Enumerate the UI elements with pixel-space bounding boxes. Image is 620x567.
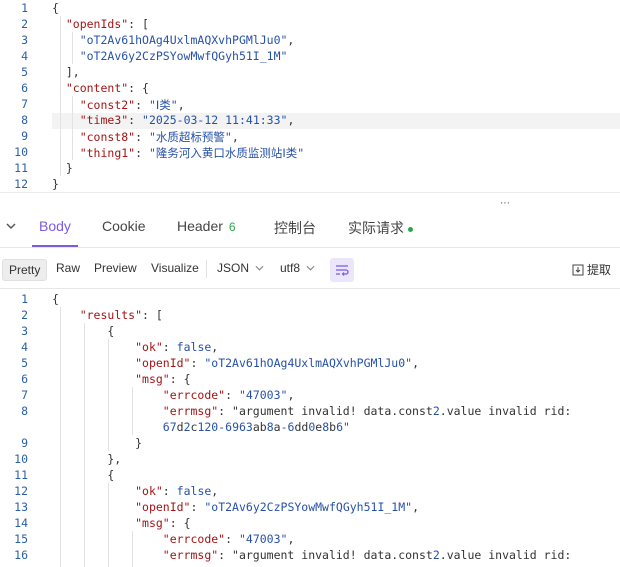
line-number: 3	[21, 324, 28, 338]
wrap-lines-button[interactable]	[330, 258, 354, 282]
extract-button[interactable]: 提取	[572, 261, 611, 278]
code-line: "ok": false,	[135, 340, 219, 354]
pane-splitter[interactable]: ⋯	[0, 192, 620, 209]
code-line: "oT2Av61hOAg4UxlmAQXvhPGMlJu0",	[79, 33, 295, 47]
active-tab-indicator	[32, 245, 78, 247]
line-number: 15	[14, 532, 28, 546]
code-line: "thing1": "隆务河入黄口水质监测站Ⅰ类"	[79, 146, 305, 160]
drag-handle-icon[interactable]: ⋯	[500, 199, 510, 209]
response-toolbar: Pretty Raw Preview Visualize JSON utf8 提…	[0, 252, 620, 288]
status-dot-icon	[408, 226, 413, 232]
line-number: 6	[21, 372, 28, 386]
code-line: {	[52, 1, 59, 15]
header-count-badge: 6	[228, 220, 236, 234]
line-number: 10	[14, 452, 28, 466]
code-line: "openId": "oT2Av6y2CzPSYowMwfQGyh51I_1M"…	[135, 500, 420, 514]
code-line: "msg": {	[135, 372, 191, 386]
code-line: "oT2Av6y2CzPSYowMwfQGyh51I_1M"	[79, 49, 288, 63]
line-number: 14	[14, 516, 28, 530]
chevron-down-icon	[255, 265, 264, 271]
code-line: }	[52, 161, 73, 175]
code-line: "results": [	[79, 308, 163, 322]
code-line: "errcode": "47003",	[162, 532, 295, 546]
line-number: 4	[21, 49, 28, 63]
line-number: 2	[21, 17, 28, 31]
line-number: 5	[21, 356, 28, 370]
code-line: "time3": "2025-03-12 11:41:33",	[79, 113, 295, 127]
chevron-down-icon[interactable]	[6, 221, 16, 231]
line-number: 3	[21, 33, 28, 47]
extract-icon	[572, 264, 584, 276]
line-number: 11	[14, 161, 28, 175]
tab-body[interactable]: Body	[39, 218, 71, 234]
line-number: 1	[21, 292, 28, 306]
encoding-select-value: utf8	[280, 261, 301, 275]
tab-console[interactable]: 控制台	[274, 218, 316, 238]
line-number: 16	[14, 548, 28, 562]
line-number: 8	[21, 113, 28, 127]
code-line: 67d2c120-6963ab8a-6dd0e8b6"	[162, 420, 350, 434]
line-number: 13	[14, 500, 28, 514]
wrap-lines-icon	[336, 265, 349, 276]
line-number: 4	[21, 340, 28, 354]
line-number: 5	[21, 65, 28, 79]
view-preview-button[interactable]: Preview	[94, 261, 137, 275]
extract-label: 提取	[587, 263, 612, 277]
line-number: 12	[14, 177, 28, 191]
tab-header[interactable]: Header 6	[177, 218, 236, 234]
tab-actual-request[interactable]: 实际请求	[348, 218, 413, 238]
code-line: "errmsg": "argument invalid! data.const2…	[162, 548, 572, 562]
code-line: }	[52, 436, 143, 450]
line-number: 9	[21, 129, 28, 143]
tab-header-label: Header	[177, 218, 223, 234]
line-number: 1	[21, 1, 28, 15]
tab-cookie[interactable]: Cookie	[102, 218, 146, 234]
line-number: 9	[21, 436, 28, 450]
request-body-editor[interactable]: 1 {2 "openIds": [ 3 "oT2Av61hOAg4UxlmAQXvh…	[0, 0, 620, 192]
code-line: "openIds": [	[65, 17, 149, 31]
response-tabs: Body Cookie Header 6 控制台 实际请求	[0, 208, 620, 248]
code-line: },	[52, 452, 122, 466]
line-number: 7	[21, 97, 28, 111]
line-number: 12	[14, 484, 28, 498]
line-number: 2	[21, 308, 28, 322]
code-line: "errcode": "47003",	[162, 388, 295, 402]
view-visualize-button[interactable]: Visualize	[151, 261, 199, 275]
code-line: "const2": "Ⅰ类",	[79, 98, 185, 112]
encoding-select[interactable]: utf8	[280, 261, 315, 275]
code-line: {	[52, 292, 59, 306]
code-line: "ok": false,	[135, 484, 219, 498]
chevron-down-icon	[306, 265, 315, 271]
tab-actual-request-label: 实际请求	[348, 220, 404, 236]
line-number: 10	[14, 145, 28, 159]
line-number: 7	[21, 388, 28, 402]
code-line: "errmsg": "argument invalid! data.const2…	[162, 404, 572, 418]
code-line: {	[52, 324, 115, 338]
code-line: "msg": {	[135, 516, 191, 530]
view-raw-button[interactable]: Raw	[56, 261, 80, 275]
code-line: ],	[52, 65, 80, 79]
line-number: 11	[14, 468, 28, 482]
line-number: 8	[21, 404, 28, 418]
code-line: "content": {	[65, 81, 149, 95]
format-select-value: JSON	[217, 261, 250, 275]
code-line: "const8": "水质超标预警",	[79, 130, 239, 144]
view-pretty-button[interactable]: Pretty	[2, 259, 48, 281]
code-line: }	[52, 177, 59, 191]
format-select[interactable]: JSON	[217, 261, 264, 275]
toolbar-divider	[206, 260, 207, 278]
response-body-viewer[interactable]: 1 {2 "results": [ 3 {4 "ok": false, 5 "open…	[0, 288, 620, 567]
code-line: "openId": "oT2Av61hOAg4UxlmAQXvhPGMlJu0"…	[135, 356, 420, 370]
code-line: {	[52, 468, 115, 482]
line-number: 6	[21, 81, 28, 95]
